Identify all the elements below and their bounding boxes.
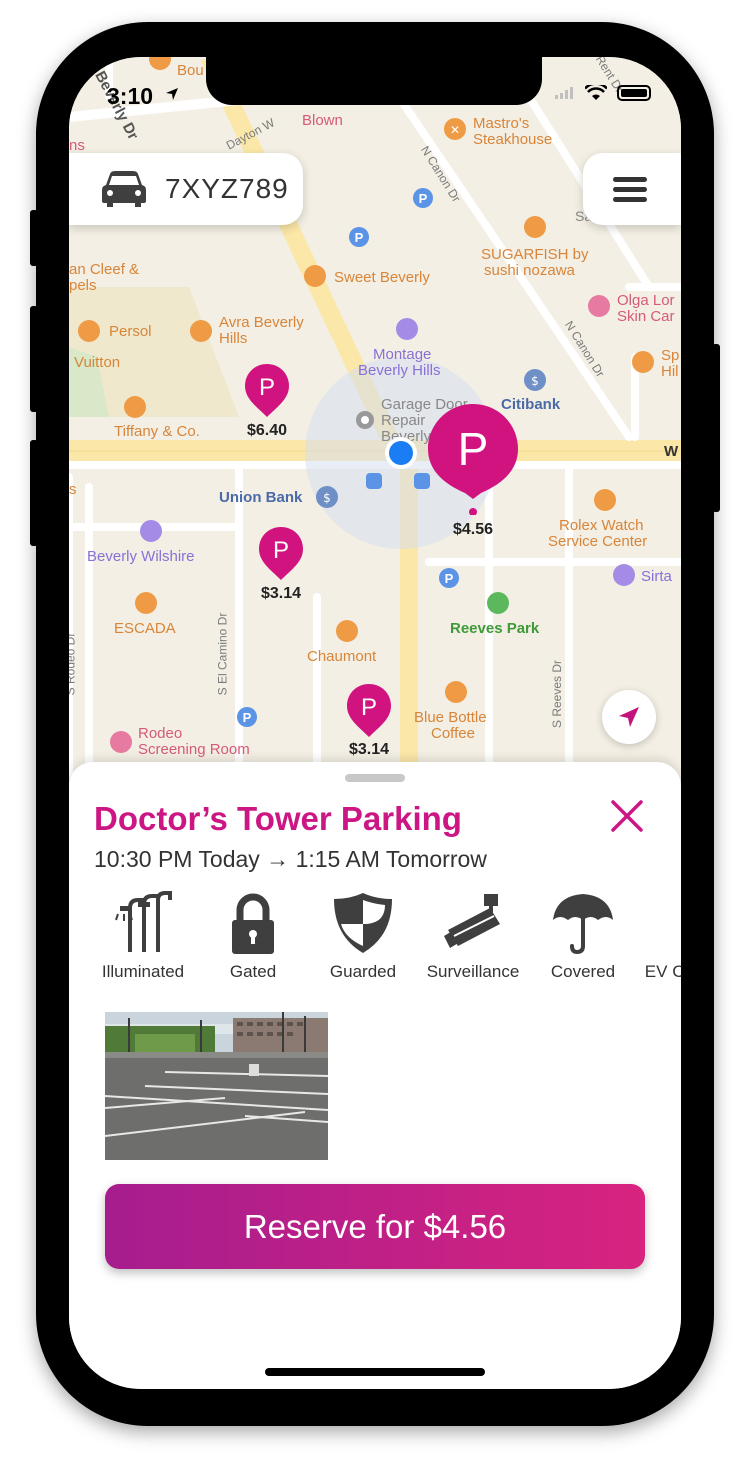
amenity-guarded: Guarded xyxy=(311,890,415,982)
restaurant-icon xyxy=(190,320,212,342)
parking-pin[interactable]: P $3.14 xyxy=(258,526,304,606)
camera-icon xyxy=(444,894,500,948)
amenity-label: Gated xyxy=(229,962,277,981)
close-button[interactable] xyxy=(607,796,647,836)
screen: Bou Blown Mastro's Steakhouse Dayton W B… xyxy=(69,57,681,1389)
parking-name: Doctor’s Tower Parking xyxy=(94,800,462,837)
shield-icon xyxy=(334,893,392,953)
amenity-label: EV Charging xyxy=(644,962,681,981)
amenity-label: Surveillance xyxy=(426,962,520,981)
svg-text:P: P xyxy=(355,230,364,245)
amenity-label: Covered xyxy=(550,962,616,981)
close-icon xyxy=(611,800,643,832)
cafe-icon xyxy=(445,681,467,703)
current-location-dot xyxy=(385,437,417,469)
amenity-illuminated: Illuminated xyxy=(91,890,195,982)
status-time: 3:10 xyxy=(107,83,154,109)
svg-text:$: $ xyxy=(531,374,539,388)
hamburger-icon xyxy=(613,177,647,182)
reserve-button[interactable]: Reserve for $4.56 xyxy=(105,1184,645,1269)
watch-icon xyxy=(594,489,616,511)
wifi-icon xyxy=(585,85,607,100)
hamburger-icon xyxy=(613,197,647,202)
amenity-surveillance: Surveillance xyxy=(421,890,525,982)
battery-icon xyxy=(617,85,651,101)
hamburger-icon xyxy=(613,187,647,192)
amenity-covered: Covered xyxy=(531,890,635,982)
jewelry-icon xyxy=(124,396,146,418)
hotel-icon xyxy=(396,318,418,340)
beauty-icon xyxy=(588,295,610,317)
notch xyxy=(206,57,542,105)
pin-letter: P xyxy=(259,374,275,401)
eyewear-icon xyxy=(78,320,100,342)
parking-pin-selected[interactable]: P $4.56 xyxy=(427,403,519,543)
pin-letter: P xyxy=(361,694,377,721)
parking-poi-icon: P xyxy=(413,188,433,208)
menu-button[interactable] xyxy=(583,153,681,225)
navigation-arrow-icon xyxy=(619,707,639,727)
street-light-icon xyxy=(115,891,172,952)
restaurant-icon xyxy=(336,620,358,642)
parking-pin[interactable]: P $6.40 xyxy=(244,363,290,443)
hotel-icon xyxy=(613,564,635,586)
amenity-label: Guarded xyxy=(329,962,397,981)
vehicle-chip[interactable]: 7XYZ789 xyxy=(69,153,303,225)
svg-text:$: $ xyxy=(323,491,331,505)
status-icons xyxy=(555,85,651,101)
amenity-ev-charging: EV Charging xyxy=(641,890,681,982)
license-plate: 7XYZ789 xyxy=(165,173,289,204)
bus-stop-icon xyxy=(366,473,382,489)
park-icon xyxy=(487,592,509,614)
restaurant-icon: ✕ xyxy=(444,118,466,140)
parking-pin[interactable]: P $3.14 xyxy=(346,683,392,763)
parking-lot-photo[interactable] xyxy=(105,1012,328,1160)
lock-icon xyxy=(232,893,274,954)
cinema-icon xyxy=(110,731,132,753)
restaurant-icon xyxy=(149,57,171,70)
pin-letter: P xyxy=(273,537,289,564)
pin-price: $3.14 xyxy=(260,585,302,602)
svg-text:P: P xyxy=(445,571,454,586)
svg-text:✕: ✕ xyxy=(450,123,460,137)
parking-poi-icon: P xyxy=(349,227,369,247)
amenity-label: Illuminated xyxy=(101,962,185,981)
garage-icon xyxy=(356,411,374,429)
cafe-icon xyxy=(304,265,326,287)
sushi-icon xyxy=(524,216,546,238)
svg-text:P: P xyxy=(419,191,428,206)
parking-poi-icon: P xyxy=(237,707,257,727)
bank-icon: $ xyxy=(316,486,338,508)
parking-detail-sheet: Doctor’s Tower Parking 10:30 PM Today → … xyxy=(69,762,681,1389)
parking-poi-icon: P xyxy=(439,568,459,588)
pin-letter: P xyxy=(458,423,489,475)
hotel-icon xyxy=(140,520,162,542)
umbrella-icon xyxy=(553,894,613,955)
car-icon xyxy=(102,171,146,207)
bank-icon: $ xyxy=(524,369,546,391)
amenities-row[interactable]: Illuminated Gated Guarded Surveillance C… xyxy=(91,890,681,1000)
pin-price: $4.56 xyxy=(452,521,494,538)
restaurant-icon xyxy=(632,351,654,373)
amenity-gated: Gated xyxy=(201,890,305,982)
cellular-signal-icon xyxy=(555,87,573,99)
svg-text:P: P xyxy=(243,710,252,725)
pin-price: $6.40 xyxy=(246,422,288,439)
pin-price: $3.14 xyxy=(348,741,390,758)
ev-charger-icon xyxy=(660,890,681,956)
location-arrow-icon xyxy=(166,88,178,100)
locate-me-button[interactable] xyxy=(602,690,656,744)
sheet-grabber[interactable] xyxy=(345,774,405,782)
home-indicator[interactable] xyxy=(265,1368,485,1376)
reservation-time-range: 10:30 PM Today → 1:15 AM Tomorrow xyxy=(94,846,487,872)
clothing-icon xyxy=(135,592,157,614)
